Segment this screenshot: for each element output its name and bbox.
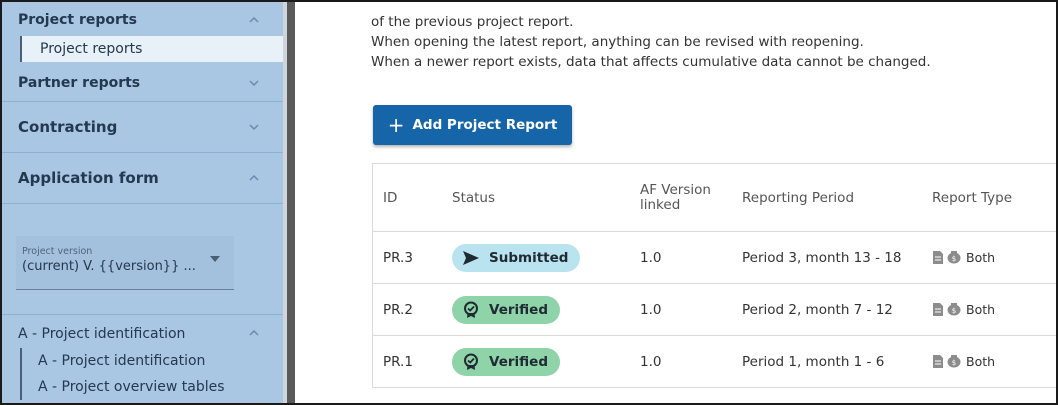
cell-af-version: 1.0: [640, 353, 662, 370]
chevron-up-icon[interactable]: [247, 171, 261, 185]
document-icon: [933, 251, 943, 264]
chevron-down-icon[interactable]: [247, 76, 261, 90]
project-version-select[interactable]: Project version (current) V. {{version}}…: [16, 236, 234, 290]
intro-line: When opening the latest report, anything…: [371, 34, 864, 50]
cell-status: Submitted: [440, 243, 640, 272]
caret-down-icon[interactable]: [210, 256, 220, 262]
cell-status: Verified: [440, 295, 640, 324]
cell-id: PR.3: [383, 249, 413, 266]
sidebar-section-label: Partner reports: [18, 74, 141, 91]
project-reports-table: ID Status AF Version linked Reporting Pe…: [372, 163, 1056, 388]
table-header-row: ID Status AF Version linked Reporting Pe…: [373, 164, 1056, 232]
sidebar-item-label: Project reports: [40, 41, 143, 57]
sidebar-scrollbar[interactable]: [287, 2, 295, 403]
sidebar-section-contracting[interactable]: Contracting: [2, 102, 283, 153]
table-row[interactable]: PR.2 Verified 1.0 Period 2, month 7 - 12…: [373, 284, 1056, 336]
report-type-label: Both: [966, 302, 996, 317]
sidebar-section-application-form[interactable]: Application form: [2, 153, 283, 204]
plus-icon: +: [387, 113, 405, 137]
verified-badge-icon: [464, 353, 478, 370]
intro-line: When a newer report exists, data that af…: [371, 54, 931, 70]
intro-line: of the previous project report.: [371, 14, 574, 30]
cell-id: PR.2: [383, 301, 413, 318]
chevron-up-icon[interactable]: [247, 326, 261, 340]
sidebar-item-project-identification[interactable]: A - Project identification: [20, 348, 283, 374]
sidebar: Project reports Project reports Partner …: [2, 2, 283, 403]
status-badge-label: Submitted: [489, 249, 569, 266]
project-version-value: (current) V. {{version}} ...: [22, 259, 196, 274]
svg-text:$: $: [952, 307, 956, 315]
column-header-af-version[interactable]: AF Version linked: [640, 182, 742, 213]
sidebar-divider: [2, 314, 283, 315]
money-icon: $: [947, 303, 961, 316]
status-badge-label: Verified: [489, 301, 548, 318]
table-row[interactable]: PR.3 Submitted 1.0 Period 3, month 13 - …: [373, 232, 1056, 284]
main-content: of the previous project report. When ope…: [295, 2, 1056, 403]
sidebar-section-label: Application form: [18, 169, 159, 187]
cell-report-type: $ Both: [932, 250, 1056, 265]
sidebar-group-identification: A - Project identification A - Project i…: [2, 320, 283, 400]
cell-status: Verified: [440, 347, 640, 376]
status-badge: Submitted: [452, 243, 581, 272]
document-icon: [933, 355, 943, 368]
column-header-report-type[interactable]: Report Type: [932, 190, 1056, 206]
cell-report-type: $ Both: [932, 302, 1056, 317]
sidebar-item-project-reports[interactable]: Project reports: [20, 36, 283, 62]
svg-text:$: $: [952, 255, 956, 263]
status-badge: Verified: [452, 347, 560, 376]
add-project-report-label: Add Project Report: [412, 117, 558, 133]
sidebar-section-project-reports[interactable]: Project reports: [2, 2, 283, 38]
intro-text: of the previous project report. When ope…: [371, 12, 931, 72]
money-icon: $: [947, 355, 961, 368]
add-project-report-button[interactable]: + Add Project Report: [373, 105, 572, 145]
chevron-down-icon[interactable]: [247, 120, 261, 134]
sidebar-item-label: A - Project overview tables: [38, 379, 225, 395]
project-version-label: Project version: [22, 246, 93, 257]
document-icon: [933, 303, 943, 316]
cell-id: PR.1: [383, 353, 413, 370]
money-icon: $: [947, 251, 961, 264]
sidebar-item-project-overview-tables[interactable]: A - Project overview tables: [20, 374, 283, 400]
send-icon: [463, 250, 479, 265]
sidebar-section-label: Contracting: [18, 118, 118, 136]
sidebar-section-label: Project reports: [18, 12, 137, 28]
report-type-label: Both: [966, 250, 996, 265]
sidebar-subsection-label: A - Project identification: [18, 326, 186, 342]
sidebar-item-label: A - Project identification: [38, 353, 206, 369]
column-header-reporting-period[interactable]: Reporting Period: [742, 190, 932, 206]
cell-reporting-period: Period 2, month 7 - 12: [742, 301, 893, 318]
report-type-icons: $: [932, 302, 962, 317]
column-header-status[interactable]: Status: [440, 190, 640, 206]
cell-af-version: 1.0: [640, 249, 662, 266]
column-header-id[interactable]: ID: [373, 190, 440, 206]
chevron-up-icon[interactable]: [247, 13, 261, 27]
app-window: Project reports Project reports Partner …: [0, 0, 1058, 405]
cell-reporting-period: Period 1, month 1 - 6: [742, 353, 885, 370]
table-row[interactable]: PR.1 Verified 1.0 Period 1, month 1 - 6 …: [373, 336, 1056, 388]
report-type-icons: $: [932, 250, 962, 265]
svg-text:$: $: [952, 359, 956, 367]
status-badge: Verified: [452, 295, 560, 324]
cell-report-type: $ Both: [932, 354, 1056, 369]
status-badge-label: Verified: [489, 353, 548, 370]
cell-af-version: 1.0: [640, 301, 662, 318]
verified-badge-icon: [464, 301, 478, 318]
sidebar-section-partner-reports[interactable]: Partner reports: [2, 64, 283, 102]
report-type-label: Both: [966, 354, 996, 369]
report-type-icons: $: [932, 354, 962, 369]
cell-reporting-period: Period 3, month 13 - 18: [742, 249, 902, 266]
sidebar-subsection-project-identification[interactable]: A - Project identification: [2, 320, 283, 348]
